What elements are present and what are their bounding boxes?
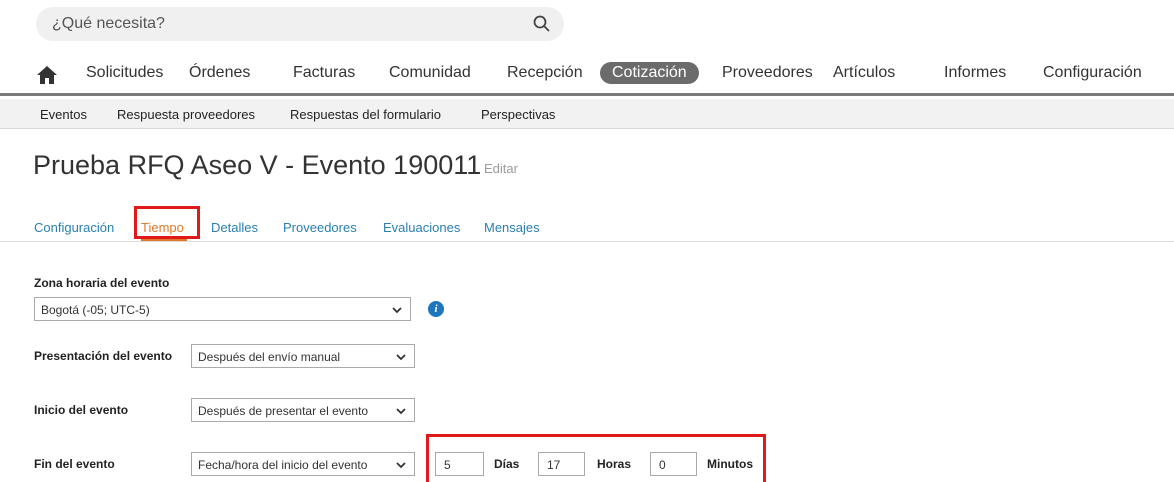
tab-evaluaciones[interactable]: Evaluaciones: [383, 220, 460, 235]
start-select[interactable]: Después de presentar el evento: [191, 398, 415, 422]
presentation-value: Después del envío manual: [198, 350, 341, 364]
search-icon[interactable]: [532, 14, 552, 34]
presentation-select[interactable]: Después del envío manual: [191, 344, 415, 368]
page-title: Prueba RFQ Aseo V - Evento 190011: [33, 150, 482, 180]
tab-proveedores[interactable]: Proveedores: [283, 220, 357, 235]
subnav-respuestas-formulario[interactable]: Respuestas del formulario: [290, 107, 441, 122]
timezone-label: Zona horaria del evento: [34, 276, 170, 290]
nav-item-configuracion[interactable]: Configuración: [1043, 64, 1142, 82]
tab-mensajes[interactable]: Mensajes: [484, 220, 540, 235]
presentation-label: Presentación del evento: [34, 349, 173, 363]
active-tab-indicator: [141, 239, 187, 241]
nav-item-proveedores[interactable]: Proveedores: [722, 64, 813, 82]
timezone-select[interactable]: Bogotá (-05; UTC-5): [34, 297, 411, 321]
start-value: Después de presentar el evento: [198, 404, 369, 418]
search-bar[interactable]: ¿Qué necesita?: [36, 7, 564, 41]
edit-link[interactable]: Editar: [484, 161, 518, 176]
tab-configuracion[interactable]: Configuración: [34, 220, 114, 235]
start-label: Inicio del evento: [34, 403, 129, 417]
end-label: Fin del evento: [34, 457, 115, 471]
main-nav: Solicitudes Órdenes Facturas Comunidad R…: [0, 58, 1174, 96]
subnav-respuesta-proveedores[interactable]: Respuesta proveedores: [117, 107, 255, 122]
info-icon[interactable]: i: [428, 301, 444, 317]
chevron-down-icon: [396, 354, 406, 361]
timezone-value: Bogotá (-05; UTC-5): [41, 303, 150, 317]
chevron-down-icon: [392, 307, 402, 314]
highlight-box-tiempo: [134, 206, 200, 239]
chevron-down-icon: [396, 408, 406, 415]
chevron-down-icon: [396, 462, 406, 469]
sub-nav: Eventos Respuesta proveedores Respuestas…: [0, 99, 1174, 129]
home-icon[interactable]: [36, 65, 58, 85]
subnav-perspectivas[interactable]: Perspectivas: [481, 107, 555, 122]
nav-item-informes[interactable]: Informes: [944, 64, 1006, 82]
nav-item-solicitudes[interactable]: Solicitudes: [86, 64, 163, 82]
nav-item-ordenes[interactable]: Órdenes: [189, 64, 250, 82]
search-placeholder: ¿Qué necesita?: [52, 15, 165, 32]
nav-item-articulos[interactable]: Artículos: [833, 64, 895, 82]
end-select[interactable]: Fecha/hora del inicio del evento: [191, 452, 415, 476]
subnav-eventos[interactable]: Eventos: [40, 107, 87, 122]
nav-item-cotizacion[interactable]: Cotización: [600, 62, 699, 84]
highlight-box-duration: [426, 434, 766, 482]
tab-detalles[interactable]: Detalles: [211, 220, 258, 235]
nav-item-comunidad[interactable]: Comunidad: [389, 64, 471, 82]
nav-item-recepcion[interactable]: Recepción: [507, 64, 583, 82]
nav-item-facturas[interactable]: Facturas: [293, 64, 355, 82]
end-value: Fecha/hora del inicio del evento: [198, 458, 368, 472]
